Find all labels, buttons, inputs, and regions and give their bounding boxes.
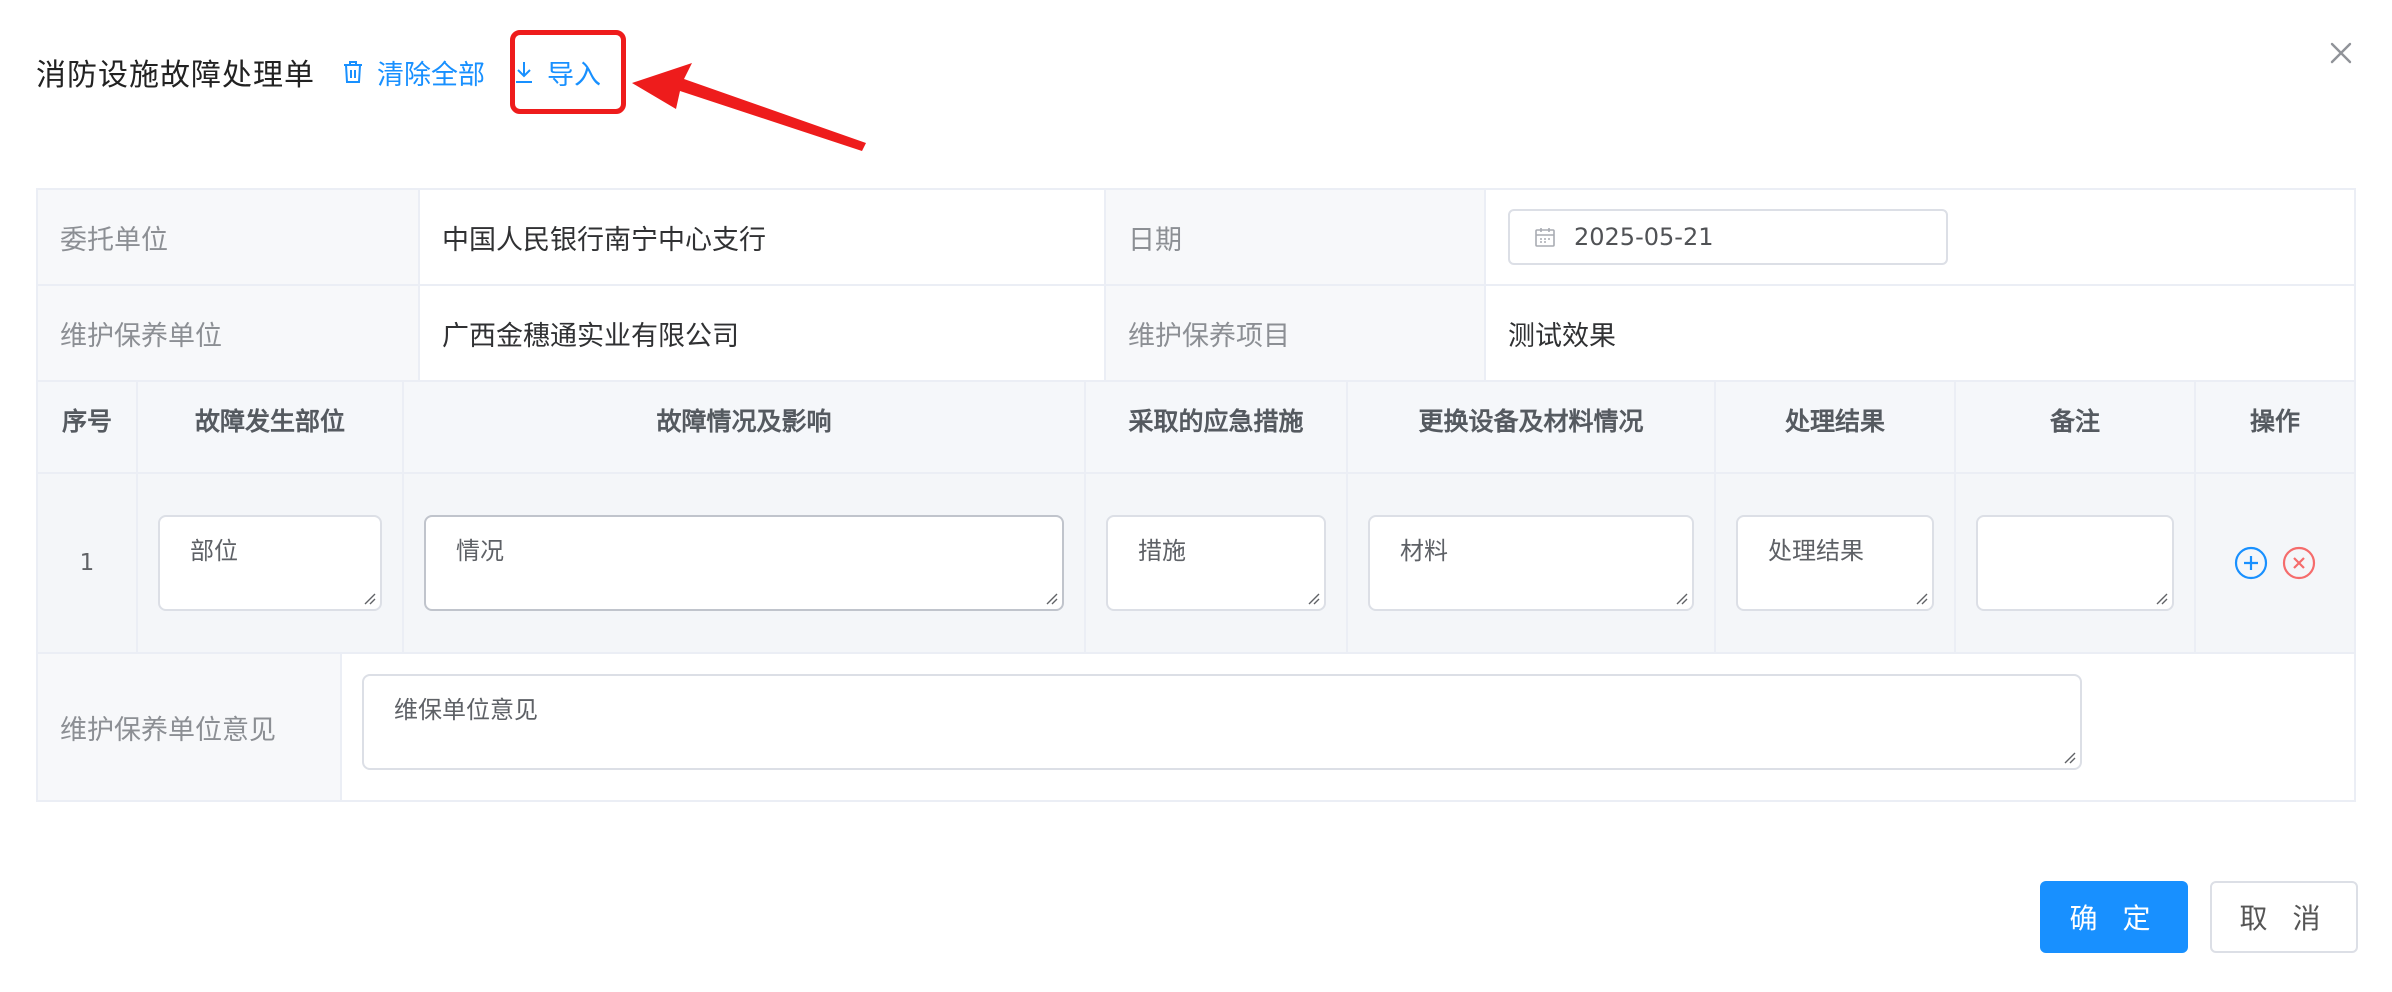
resize-grip-icon[interactable]	[2154, 591, 2168, 605]
materials-cell: 材料	[1348, 474, 1716, 652]
opinion-textarea[interactable]: 维保单位意见	[362, 674, 2082, 770]
dialog-title: 消防设施故障处理单	[36, 58, 315, 93]
row-actions	[2233, 545, 2317, 581]
result-text: 处理结果	[1768, 537, 1864, 565]
fault-table: 序号 故障发生部位 故障情况及影响 采取的应急措施 更换设备及材料情况 处理结果…	[38, 382, 2354, 654]
resize-grip-icon[interactable]	[1306, 591, 1320, 605]
client-value: 中国人民银行南宁中心支行	[420, 190, 1106, 284]
actions-cell	[2196, 474, 2354, 652]
col-remark: 备注	[1956, 382, 2196, 472]
result-cell: 处理结果	[1716, 474, 1956, 652]
col-location: 故障发生部位	[138, 382, 404, 472]
measures-textarea[interactable]: 措施	[1106, 515, 1326, 611]
confirm-button[interactable]: 确 定	[2040, 881, 2188, 953]
remark-textarea[interactable]	[1976, 515, 2174, 611]
row-index-cell: 1	[38, 474, 138, 652]
measures-text: 措施	[1138, 537, 1186, 565]
col-materials: 更换设备及材料情况	[1348, 382, 1716, 472]
resize-grip-icon[interactable]	[362, 591, 376, 605]
annotation-arrow-icon	[632, 63, 866, 151]
add-row-icon[interactable]	[2233, 545, 2269, 581]
close-icon[interactable]	[2326, 38, 2356, 68]
opinion-row: 维护保养单位意见 维保单位意见	[38, 654, 2354, 800]
situation-text: 情况	[456, 537, 504, 565]
date-value: 2025-05-21	[1574, 223, 1714, 251]
maint-project-value: 测试效果	[1508, 320, 1616, 352]
delete-row-icon[interactable]	[2281, 545, 2317, 581]
remark-cell	[1956, 474, 2196, 652]
resize-grip-icon[interactable]	[2062, 750, 2076, 764]
date-label: 日期	[1106, 190, 1486, 284]
table-header: 序号 故障发生部位 故障情况及影响 采取的应急措施 更换设备及材料情况 处理结果…	[38, 382, 2354, 474]
col-actions: 操作	[2249, 407, 2300, 436]
resize-grip-icon[interactable]	[1674, 591, 1688, 605]
calendar-icon	[1535, 228, 1555, 247]
table-row: 1 部位 情况 措施 材料 处理结果	[38, 474, 2354, 654]
maint-project-label: 维护保养项目	[1106, 286, 1486, 380]
opinion-text: 维保单位意见	[394, 696, 538, 724]
clear-all-label: 清除全部	[377, 59, 485, 91]
date-cell: 2025-05-21	[1486, 190, 2354, 284]
opinion-label: 维护保养单位意见	[38, 654, 342, 800]
date-picker[interactable]: 2025-05-21	[1508, 209, 1948, 265]
col-index: 序号	[38, 382, 138, 472]
situation-cell: 情况	[404, 474, 1086, 652]
location-textarea[interactable]: 部位	[158, 515, 382, 611]
fault-handling-dialog: 消防设施故障处理单 清除全部 导入 委托单位 中国人民银行南宁中心支行 日期 2…	[0, 0, 2392, 992]
trash-icon	[344, 61, 362, 83]
info-row-2: 维护保养单位 广西金穗通实业有限公司 维护保养项目 测试效果	[38, 286, 2354, 382]
col-measures: 采取的应急措施	[1086, 382, 1348, 472]
col-result: 处理结果	[1716, 382, 1956, 472]
resize-grip-icon[interactable]	[1044, 591, 1058, 605]
info-row-1: 委托单位 中国人民银行南宁中心支行 日期 2025-05-21	[38, 190, 2354, 286]
measures-cell: 措施	[1086, 474, 1348, 652]
maint-unit-label: 维护保养单位	[38, 286, 420, 380]
fault-form: 委托单位 中国人民银行南宁中心支行 日期 2025-05-21 维护保养单位 广…	[36, 188, 2356, 802]
result-textarea[interactable]: 处理结果	[1736, 515, 1934, 611]
dialog-footer: 确 定 取 消	[2040, 881, 2358, 953]
col-situation: 故障情况及影响	[404, 382, 1086, 472]
import-highlight-box	[510, 30, 626, 114]
clear-all-button[interactable]: 清除全部	[341, 53, 485, 92]
maint-unit-value: 广西金穗通实业有限公司	[420, 286, 1106, 380]
client-label: 委托单位	[38, 190, 420, 284]
location-text: 部位	[190, 537, 238, 565]
location-cell: 部位	[138, 474, 404, 652]
row-index: 1	[79, 550, 95, 576]
opinion-cell: 维保单位意见	[342, 654, 2354, 800]
resize-grip-icon[interactable]	[1914, 591, 1928, 605]
situation-textarea[interactable]: 情况	[424, 515, 1064, 611]
cancel-button[interactable]: 取 消	[2210, 881, 2358, 953]
materials-text: 材料	[1400, 537, 1448, 565]
materials-textarea[interactable]: 材料	[1368, 515, 1694, 611]
